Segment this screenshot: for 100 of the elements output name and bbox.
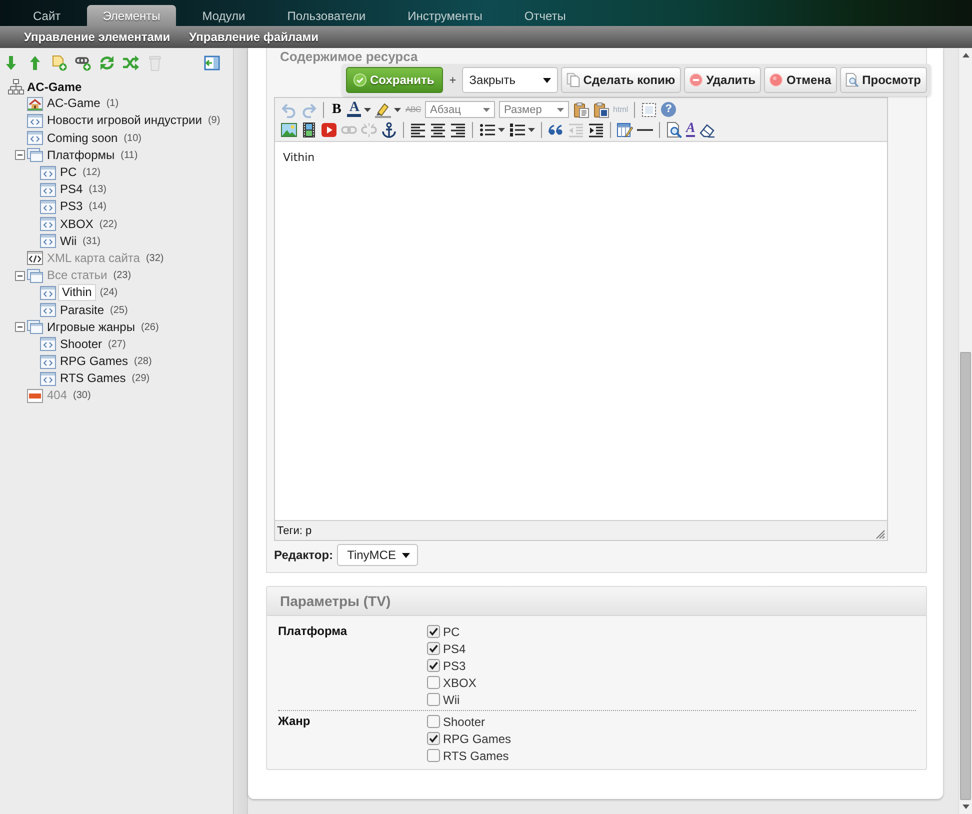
checkbox[interactable] — [427, 715, 440, 728]
indent-icon[interactable] — [588, 122, 604, 138]
tree-item[interactable]: Игровые жанры — [45, 318, 137, 336]
tree-item[interactable]: Coming soon — [45, 130, 120, 147]
table-edit-icon[interactable] — [617, 122, 633, 138]
toolbar-select[interactable]: Размер — [499, 101, 570, 118]
refresh-icon[interactable] — [99, 55, 115, 71]
toolbar-select[interactable]: Абзац — [425, 101, 496, 118]
nav-tab[interactable]: Сайт — [17, 5, 77, 26]
collapse-icon[interactable] — [15, 150, 25, 160]
cancel-button[interactable]: Отмена — [764, 67, 838, 93]
caret-icon[interactable] — [394, 108, 402, 112]
item-count: (32) — [146, 252, 164, 264]
tree-item[interactable]: Shooter — [58, 336, 104, 353]
preview-button[interactable]: Просмотр — [840, 67, 927, 93]
bold-button[interactable]: B — [330, 102, 344, 118]
tree-root[interactable]: AC-Game — [27, 80, 82, 94]
home-icon — [27, 96, 43, 111]
item-count: (11) — [120, 150, 138, 161]
nav-tab[interactable]: Пользователи — [271, 5, 382, 26]
paste-word-icon[interactable] — [593, 102, 610, 118]
image-icon[interactable] — [281, 122, 297, 138]
align-right-icon[interactable] — [450, 122, 466, 138]
checkbox[interactable] — [427, 625, 440, 638]
field-label: Платформа — [278, 623, 348, 640]
tree-item[interactable]: XBOX — [58, 216, 96, 233]
copy-button[interactable]: Сделать копию — [561, 67, 682, 93]
resize-grip-icon[interactable] — [875, 529, 885, 539]
cancel-icon — [769, 73, 784, 87]
caret-icon — [543, 78, 552, 82]
numbered-list-icon[interactable] — [509, 122, 525, 138]
checkbox-label: PS4 — [443, 642, 466, 656]
editor-text: Vithin — [283, 151, 315, 164]
sub-nav-link[interactable]: Управление файлами — [189, 30, 319, 44]
item-count: (26) — [140, 322, 159, 333]
page-icon — [40, 234, 56, 248]
nav-tab[interactable]: Модули — [186, 5, 262, 26]
style-button[interactable]: A — [686, 122, 696, 137]
tree-item[interactable]: AC-Game — [45, 95, 102, 112]
page-icon — [40, 303, 56, 318]
page-icon — [40, 182, 56, 197]
dashed-frame-icon[interactable] — [641, 102, 658, 118]
caret-icon[interactable] — [498, 128, 505, 132]
film-icon[interactable] — [301, 122, 317, 138]
editor-select[interactable]: TinyMCE — [337, 544, 418, 566]
bullet-list-icon[interactable] — [479, 122, 495, 138]
tree-item[interactable]: PS3 — [58, 198, 85, 216]
anchor-icon[interactable] — [381, 122, 397, 138]
checkbox[interactable] — [427, 676, 440, 689]
collapse-icon[interactable] — [15, 322, 25, 332]
preview-icon[interactable] — [666, 122, 682, 138]
item-count: (23) — [113, 270, 132, 282]
chain-plus-icon[interactable] — [75, 55, 91, 71]
caret-icon[interactable] — [528, 128, 535, 132]
delete-button[interactable]: Удалить — [684, 67, 762, 93]
checkbox-label: Wii — [443, 692, 460, 706]
item-count: (24) — [100, 287, 118, 298]
editor-content-area[interactable]: Vithin — [275, 142, 887, 520]
checkbox[interactable] — [427, 642, 440, 655]
checkbox[interactable] — [427, 732, 440, 745]
shuffle-icon[interactable] — [123, 55, 139, 71]
nav-tab[interactable]: Инструменты — [392, 5, 498, 26]
checkbox[interactable] — [427, 659, 440, 672]
arrow-up-icon[interactable] — [27, 55, 43, 71]
text-color-button[interactable]: A — [347, 102, 362, 117]
tree-item[interactable]: Платформы — [45, 146, 117, 164]
video-icon[interactable] — [321, 122, 337, 138]
arrow-down-icon[interactable] — [3, 55, 19, 71]
caret-icon[interactable] — [364, 108, 372, 112]
tree-item[interactable]: PS4 — [58, 181, 85, 198]
tree-item[interactable]: RTS Games — [58, 370, 128, 388]
stacked-pages-icon — [27, 148, 43, 162]
stacked-pages-icon — [27, 320, 43, 334]
panel-icon[interactable] — [204, 55, 220, 71]
page-icon — [40, 354, 56, 369]
caret-icon — [557, 108, 564, 112]
tree-item[interactable]: PC — [58, 164, 79, 182]
align-center-icon[interactable] — [430, 122, 446, 138]
checkbox[interactable] — [427, 693, 440, 706]
checkbox[interactable] — [427, 749, 440, 762]
tree-item[interactable]: Vithin — [58, 284, 96, 302]
after-save-select[interactable]: Закрыть — [462, 67, 558, 93]
align-left-icon[interactable] — [410, 122, 426, 138]
tree-item[interactable]: RPG Games — [58, 353, 130, 370]
checkbox-label: PC — [443, 624, 460, 638]
item-count: (10) — [124, 132, 142, 144]
highlighter-icon[interactable] — [375, 102, 392, 118]
nav-tab[interactable]: Отчеты — [508, 5, 582, 26]
eraser-icon[interactable] — [699, 122, 716, 138]
page-icon — [40, 217, 56, 232]
tree-item[interactable]: Parasite — [58, 302, 106, 319]
sub-nav-link[interactable]: Управление элементами — [24, 30, 170, 44]
element-path: Теги: p — [277, 524, 312, 536]
tree-item[interactable]: Wii — [58, 232, 79, 250]
item-count: (29) — [132, 373, 150, 384]
new-document-icon[interactable] — [51, 55, 67, 71]
collapse-icon[interactable] — [15, 270, 25, 281]
scrollbar-thumb[interactable] — [960, 352, 971, 800]
tree-item[interactable]: Новости игровой индустрии — [45, 112, 204, 130]
paste-text-icon[interactable] — [573, 102, 590, 118]
